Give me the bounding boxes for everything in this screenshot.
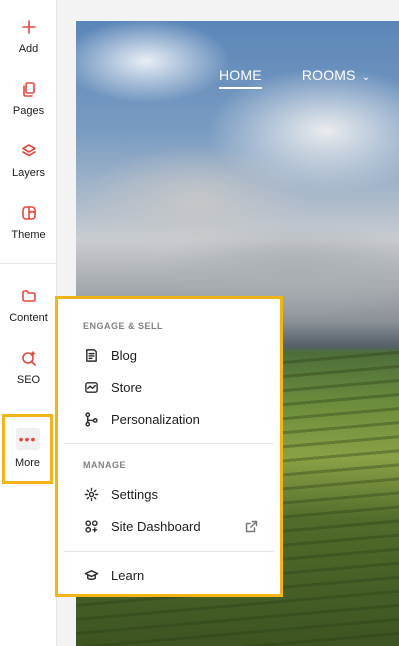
sidebar-item-more[interactable]: ••• More <box>2 414 53 484</box>
sidebar-item-pages[interactable]: Pages <box>0 79 57 117</box>
more-menu-panel: ENGAGE & SELL Blog Store Personalization <box>64 305 274 588</box>
personalization-icon <box>83 411 99 427</box>
sidebar-item-label: More <box>14 457 41 469</box>
menu-item-blog[interactable]: Blog <box>83 344 266 366</box>
menu-item-label: Store <box>111 379 143 395</box>
nav-link-home[interactable]: HOME <box>219 67 262 89</box>
sidebar-divider <box>0 263 57 264</box>
chevron-down-icon: ⌄ <box>361 72 371 83</box>
sidebar-item-content[interactable]: Content <box>0 286 57 324</box>
section-title-engage-sell: ENGAGE & SELL <box>83 321 164 331</box>
dashboard-icon <box>83 518 99 534</box>
folder-icon <box>19 286 39 306</box>
plus-icon <box>19 17 39 37</box>
graduation-cap-icon <box>83 567 99 583</box>
menu-item-label: Blog <box>111 347 138 363</box>
sidebar-item-label: Pages <box>12 105 45 117</box>
nav-link-rooms[interactable]: ROOMS ⌄ <box>302 67 370 89</box>
left-sidebar: Add Pages Layers Theme Content SEO ••• M… <box>0 0 57 646</box>
menu-divider <box>64 551 274 552</box>
sidebar-item-layers[interactable]: Layers <box>0 141 57 179</box>
sidebar-item-label: Layers <box>11 167 46 179</box>
sidebar-item-seo[interactable]: SEO <box>0 348 57 386</box>
menu-item-label: Site Dashboard <box>111 518 201 534</box>
sidebar-item-add[interactable]: Add <box>0 17 57 55</box>
sidebar-item-label: Add <box>18 43 39 55</box>
nav-link-rooms-label: ROOMS <box>301 67 356 83</box>
menu-item-learn[interactable]: Learn <box>83 564 266 586</box>
site-nav: HOME ROOMS ⌄ <box>219 67 370 89</box>
menu-divider <box>64 443 274 444</box>
menu-item-settings[interactable]: Settings <box>83 483 266 505</box>
menu-item-personalization[interactable]: Personalization <box>83 408 266 430</box>
theme-icon <box>19 203 39 223</box>
gear-icon <box>83 486 99 502</box>
blog-icon <box>83 347 99 363</box>
layers-icon <box>19 141 39 161</box>
ellipsis-icon: ••• <box>15 428 40 450</box>
menu-item-label: Settings <box>111 486 158 502</box>
pages-icon <box>19 79 39 99</box>
sidebar-item-label: Content <box>9 312 48 324</box>
more-menu: ENGAGE & SELL Blog Store Personalization <box>55 296 283 597</box>
external-link-icon <box>245 520 258 533</box>
menu-item-site-dashboard[interactable]: Site Dashboard <box>83 515 266 537</box>
section-title-manage: MANAGE <box>83 460 126 470</box>
menu-item-label: Learn <box>111 567 145 583</box>
editor-app: Add Pages Layers Theme Content SEO ••• M… <box>0 0 399 646</box>
sidebar-item-label: SEO <box>16 374 41 386</box>
sidebar-item-theme[interactable]: Theme <box>0 203 57 241</box>
seo-icon <box>19 348 39 368</box>
menu-item-label: Personalization <box>111 411 200 427</box>
menu-item-store[interactable]: Store <box>83 376 266 398</box>
store-icon <box>83 379 99 395</box>
sidebar-item-label: Theme <box>11 229 46 241</box>
